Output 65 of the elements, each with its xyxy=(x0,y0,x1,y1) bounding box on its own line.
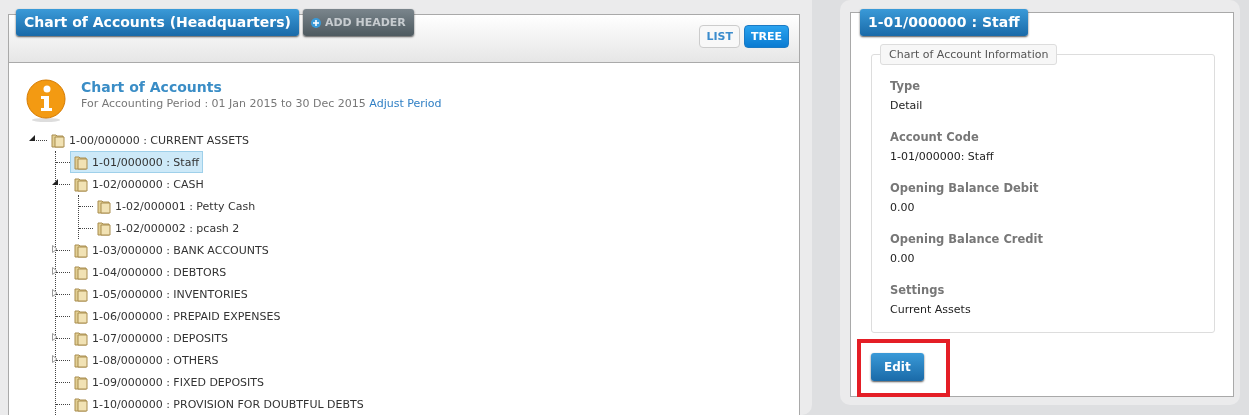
node-label: 1-10/000000 : PROVISION FOR DOUBTFUL DEBTS xyxy=(92,397,364,411)
folder-icon xyxy=(74,396,88,412)
info-icon xyxy=(25,79,67,123)
field-label: Type xyxy=(890,79,921,93)
folder-icon xyxy=(74,330,88,346)
node-label: 1-08/000000 : OTHERS xyxy=(92,353,219,367)
collapsed-arrow-icon[interactable] xyxy=(52,355,58,363)
tree-node[interactable]: 1-10/000000 : PROVISION FOR DOUBTFUL DEBTS xyxy=(70,393,368,415)
tree-node[interactable]: 1-05/000000 : INVENTORIES xyxy=(70,283,252,305)
tree-node[interactable]: 1-02/000002 : pcash 2 xyxy=(93,217,244,239)
field-value: Current Assets xyxy=(890,303,972,316)
tree-node[interactable]: 1-08/000000 : OTHERS xyxy=(70,349,223,371)
folder-icon xyxy=(97,220,111,236)
folder-icon xyxy=(51,132,65,148)
collapsed-arrow-icon[interactable] xyxy=(52,333,58,341)
field-value: 0.00 xyxy=(890,201,916,214)
panel-title: 1-01/000000 : Staff xyxy=(860,9,1028,36)
node-label: 1-07/000000 : DEPOSITS xyxy=(92,331,228,345)
tree-node[interactable]: 1-04/000000 : DEBTORS xyxy=(70,261,231,283)
tree-node[interactable]: 1-00/000000 : CURRENT ASSETS xyxy=(47,129,253,151)
edit-button[interactable]: Edit xyxy=(871,353,924,381)
collapsed-arrow-icon[interactable] xyxy=(52,267,58,275)
node-label: 1-06/000000 : PREPAID EXPENSES xyxy=(92,309,281,323)
adjust-period-link[interactable]: Adjust Period xyxy=(369,97,442,110)
expanded-arrow-icon[interactable] xyxy=(29,135,36,142)
panel-title: Chart of Accounts (Headquarters) xyxy=(16,9,299,36)
node-label: 1-04/000000 : DEBTORS xyxy=(92,265,227,279)
node-label: 1-09/000000 : FIXED DEPOSITS xyxy=(92,375,265,389)
folder-icon xyxy=(97,198,111,214)
folder-icon xyxy=(74,352,88,368)
node-label: 1-02/000000 : CASH xyxy=(92,177,204,191)
tree-node[interactable]: 1-09/000000 : FIXED DEPOSITS xyxy=(70,371,269,393)
tree-node[interactable]: 1-01/000000 : Staff xyxy=(70,151,203,173)
folder-icon xyxy=(74,374,88,390)
field-value: Detail xyxy=(890,99,924,112)
tree-node[interactable]: 1-02/000001 : Petty Cash xyxy=(93,195,260,217)
tree-node[interactable]: 1-06/000000 : PREPAID EXPENSES xyxy=(70,305,285,327)
field-value: 0.00 xyxy=(890,252,916,265)
field-label: Settings xyxy=(890,283,946,297)
node-label: 1-01/000000 : Staff xyxy=(92,155,199,169)
plus-icon xyxy=(310,17,321,28)
node-label: 1-05/000000 : INVENTORIES xyxy=(92,287,248,301)
field-value: 1-01/000000: Staff xyxy=(890,150,995,163)
collapsed-arrow-icon[interactable] xyxy=(52,245,58,253)
folder-icon xyxy=(74,154,88,170)
folder-icon xyxy=(74,176,88,192)
folder-icon xyxy=(74,286,88,302)
node-label: 1-00/000000 : CURRENT ASSETS xyxy=(69,133,249,147)
folder-icon xyxy=(74,308,88,324)
folder-icon xyxy=(74,264,88,280)
folder-icon xyxy=(74,242,88,258)
group-title: Chart of Account Information xyxy=(880,44,1058,65)
period-text: For Accounting Period : 01 Jan 2015 to 30 Dec 2015 xyxy=(81,97,366,110)
field-label: Account Code xyxy=(890,130,980,144)
field-label: Opening Balance Debit xyxy=(890,181,1040,195)
expanded-arrow-icon[interactable] xyxy=(52,179,59,186)
page-heading: Chart of Accounts xyxy=(81,79,223,95)
field-label: Opening Balance Credit xyxy=(890,232,1044,246)
collapsed-arrow-icon[interactable] xyxy=(52,289,58,297)
node-label: 1-03/000000 : BANK ACCOUNTS xyxy=(92,243,269,257)
node-label: 1-02/000002 : pcash 2 xyxy=(115,221,240,235)
tree-node[interactable]: 1-07/000000 : DEPOSITS xyxy=(70,327,232,349)
tree-node[interactable]: 1-02/000000 : CASH xyxy=(70,173,208,195)
tree-node[interactable]: 1-03/000000 : BANK ACCOUNTS xyxy=(70,239,273,261)
node-label: 1-02/000001 : Petty Cash xyxy=(115,199,256,213)
